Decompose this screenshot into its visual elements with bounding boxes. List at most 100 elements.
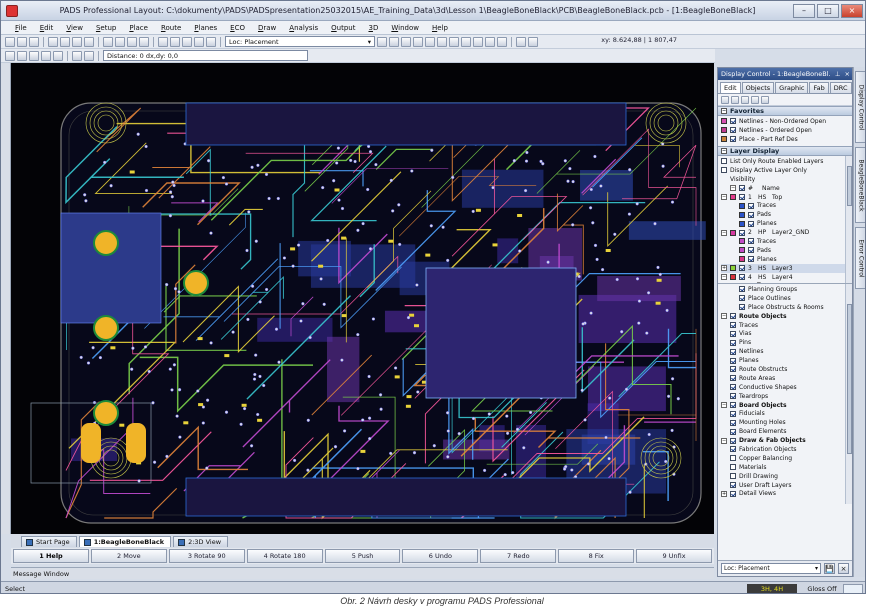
menu-view[interactable]: View <box>60 24 89 32</box>
drc-icon[interactable] <box>425 36 435 47</box>
open-icon[interactable] <box>17 36 27 47</box>
route-object-item[interactable]: Route Obstructs <box>721 365 852 374</box>
side-tab-error-control[interactable]: Error Control <box>855 227 865 289</box>
layer-row-highlighted[interactable]: +3 HS Layer3 <box>721 263 852 273</box>
favorite-item[interactable]: Place - Part Ref Des <box>721 135 852 144</box>
pan-icon[interactable] <box>194 36 204 47</box>
checkbox[interactable] <box>730 410 736 417</box>
color-swatch[interactable] <box>730 229 736 236</box>
expand-icon[interactable]: − <box>721 194 727 200</box>
checkbox[interactable] <box>730 455 736 462</box>
pcb-layout-canvas[interactable] <box>11 63 714 534</box>
fkey-move[interactable]: 2 Move <box>90 549 167 563</box>
color-swatch[interactable] <box>739 238 745 245</box>
checkbox[interactable] <box>748 238 754 245</box>
zoom-out-icon[interactable] <box>170 36 180 47</box>
fkey-unfix[interactable]: 9 Unfix <box>636 549 713 563</box>
checkbox[interactable] <box>739 286 745 293</box>
color-swatch[interactable] <box>739 220 745 227</box>
lock-icon[interactable] <box>41 50 51 61</box>
measure-icon[interactable] <box>437 36 447 47</box>
properties-icon[interactable] <box>389 36 399 47</box>
color-swatch[interactable] <box>739 211 745 218</box>
fill-icon[interactable] <box>461 36 471 47</box>
checkbox[interactable] <box>730 357 736 364</box>
tab-objects[interactable]: Objects <box>741 82 775 93</box>
panel-close-icon[interactable]: × <box>845 70 852 78</box>
undo-icon[interactable] <box>48 36 58 47</box>
layer-row[interactable]: − 2 HP Layer2_GND <box>721 228 852 237</box>
tab-drc[interactable]: DRC <box>829 82 852 93</box>
detail-views-item[interactable]: + Detail Views <box>721 489 852 498</box>
highlight-icon[interactable] <box>413 36 423 47</box>
layer-display-header[interactable]: − Layer Display <box>718 146 852 156</box>
checkbox[interactable] <box>730 330 736 337</box>
menu-help[interactable]: Help <box>426 24 454 32</box>
view-3d-icon[interactable] <box>473 36 483 47</box>
layer-sub-item[interactable]: Traces <box>721 237 852 246</box>
layer-option[interactable]: Display Active Layer Only <box>721 166 852 175</box>
help-icon[interactable] <box>497 36 507 47</box>
place-mode-icon[interactable] <box>115 36 125 47</box>
checkbox[interactable] <box>730 127 736 134</box>
favorites-header[interactable]: − Favorites <box>718 106 852 116</box>
layer-scroll-thumb[interactable] <box>847 166 852 206</box>
checkbox[interactable] <box>730 375 736 382</box>
expand-icon[interactable]: + <box>721 490 727 497</box>
minimize-button[interactable]: – <box>793 3 815 18</box>
gloss-status[interactable]: Gloss Off <box>801 585 843 593</box>
fkey-rotate-90[interactable]: 3 Rotate 90 <box>168 549 245 563</box>
expand-icon[interactable]: − <box>721 313 727 320</box>
draw-mode-icon[interactable] <box>139 36 149 47</box>
place-object-item[interactable]: Place Obstructs & Rooms <box>721 303 852 312</box>
checkbox[interactable] <box>730 136 736 143</box>
objects-scroll-thumb[interactable] <box>847 304 852 454</box>
expand-all-icon[interactable] <box>721 95 729 104</box>
checkbox[interactable] <box>748 211 754 218</box>
report-icon[interactable] <box>485 36 495 47</box>
message-window[interactable]: Message Window <box>11 567 714 579</box>
visibility-header[interactable]: Visibility <box>721 175 852 184</box>
expand-icon[interactable]: + <box>721 265 727 272</box>
fkey-redo[interactable]: 7 Redo <box>480 549 557 563</box>
route-object-item[interactable]: Traces <box>721 321 852 330</box>
route-object-item[interactable]: Vias <box>721 329 852 338</box>
checkbox[interactable] <box>739 304 745 311</box>
side-tab-beagleboneblack[interactable]: BeagleBoneBlack <box>855 147 865 223</box>
checkbox[interactable] <box>739 229 745 236</box>
tab-3d-view[interactable]: 2:3D View <box>173 536 229 547</box>
snap-icon[interactable] <box>528 36 538 47</box>
collapse-icon[interactable]: − <box>721 148 727 154</box>
save-icon[interactable] <box>29 36 39 47</box>
route-object-header[interactable]: − Route Objects <box>721 312 852 321</box>
checkbox[interactable] <box>730 366 736 373</box>
checkbox[interactable] <box>739 274 745 281</box>
maximize-button[interactable]: □ <box>817 3 839 18</box>
favorite-item[interactable]: Netlines - Non-Ordered Open <box>721 117 852 126</box>
place-object-item[interactable]: Planning Groups <box>721 285 852 294</box>
menu-planes[interactable]: Planes <box>188 24 223 32</box>
fkey-push[interactable]: 5 Push <box>324 549 401 563</box>
checkbox[interactable] <box>730 384 736 391</box>
route-object-item[interactable]: Netlines <box>721 347 852 356</box>
collapse-all-icon[interactable] <box>731 95 739 104</box>
menu-file[interactable]: File <box>9 24 33 32</box>
color-swatch[interactable] <box>730 274 736 281</box>
color-swatch[interactable] <box>721 127 727 134</box>
checkbox[interactable] <box>730 348 736 355</box>
menu-place[interactable]: Place <box>123 24 154 32</box>
layer-scrollbar[interactable] <box>845 156 852 283</box>
checkbox[interactable] <box>721 167 727 174</box>
filter-icon[interactable] <box>761 95 769 104</box>
expand-icon[interactable]: − <box>721 274 727 281</box>
expand-icon[interactable]: − <box>721 229 727 236</box>
menu-setup[interactable]: Setup <box>90 24 122 32</box>
route-mode-icon[interactable] <box>127 36 137 47</box>
display-control-icon[interactable] <box>377 36 387 47</box>
checkbox[interactable] <box>730 482 736 489</box>
select-mode-icon[interactable] <box>103 36 113 47</box>
tab-fab[interactable]: Fab <box>809 82 829 93</box>
fkey-rotate-180[interactable]: 4 Rotate 180 <box>246 549 323 563</box>
checkbox[interactable] <box>730 118 736 125</box>
panel-scheme-select[interactable]: Loc: Placement ▾ <box>721 563 821 574</box>
